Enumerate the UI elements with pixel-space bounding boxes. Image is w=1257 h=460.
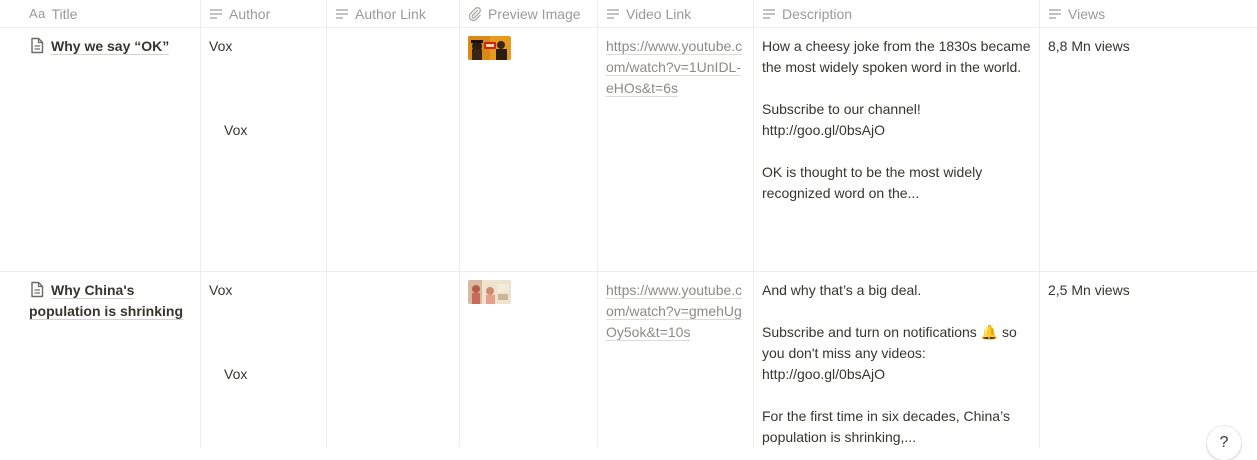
column-header-title[interactable]: Aa Title: [0, 0, 201, 27]
cell-description[interactable]: How a cheesy joke from the 1830s became …: [754, 28, 1040, 271]
cell-preview-image[interactable]: [460, 28, 598, 271]
video-url-link[interactable]: https://www.youtube.com/watch?v=1UnIDL-e…: [606, 38, 743, 97]
author-sub-text: Vox: [224, 122, 248, 138]
table-row[interactable]: Why we say “OK” Vox Vox https://www.yout…: [0, 28, 1257, 272]
cell-author-link[interactable]: [327, 28, 460, 271]
database-table: Aa Title Author Author Link Preview Imag…: [0, 0, 1257, 447]
video-url-link[interactable]: https://www.youtube.com/watch?v=gmehUgOy…: [606, 282, 743, 341]
document-icon: [31, 37, 44, 54]
table-row[interactable]: Why China's population is shrinking Vox …: [0, 272, 1257, 447]
cell-video-link[interactable]: https://www.youtube.com/watch?v=1UnIDL-e…: [598, 28, 754, 271]
help-button[interactable]: ?: [1207, 426, 1241, 460]
description-paragraph: For the first time in six decades, China…: [762, 408, 1010, 445]
document-icon: [31, 281, 44, 298]
column-header-video-link[interactable]: Video Link: [598, 0, 754, 27]
table-header: Aa Title Author Author Link Preview Imag…: [0, 0, 1257, 28]
cell-title[interactable]: Why China's population is shrinking: [0, 272, 201, 447]
cell-views[interactable]: 8,8 Mn views: [1040, 28, 1257, 271]
cell-author[interactable]: Vox Vox: [201, 272, 327, 447]
lines-icon: [763, 8, 775, 19]
author-text: Vox: [209, 38, 233, 54]
column-header-author-link[interactable]: Author Link: [327, 0, 460, 27]
cell-title[interactable]: Why we say “OK”: [0, 28, 201, 271]
cell-preview-image[interactable]: [460, 272, 598, 447]
lines-icon: [1049, 8, 1061, 19]
column-header-author[interactable]: Author: [201, 0, 327, 27]
lines-icon: [210, 8, 222, 19]
title-property-icon: Aa: [29, 6, 46, 21]
description-paragraph: And why that’s a big deal.: [762, 282, 922, 298]
author-sub-text: Vox: [224, 366, 248, 382]
author-text: Vox: [209, 282, 233, 298]
cell-views[interactable]: 2,5 Mn views: [1040, 272, 1257, 447]
views-text: 8,8 Mn views: [1048, 38, 1130, 54]
page-link[interactable]: Why we say “OK”: [29, 36, 192, 57]
preview-thumbnail[interactable]: [468, 280, 511, 304]
paperclip-icon: [468, 6, 481, 21]
cell-author-link[interactable]: [327, 272, 460, 447]
description-paragraph: OK is thought to be the most widely reco…: [762, 164, 983, 201]
lines-icon: [607, 8, 619, 19]
row-title: Why China's population is shrinking: [29, 282, 183, 320]
cell-description[interactable]: And why that’s a big deal. Subscribe and…: [754, 272, 1040, 447]
cell-video-link[interactable]: https://www.youtube.com/watch?v=gmehUgOy…: [598, 272, 754, 447]
views-text: 2,5 Mn views: [1048, 282, 1130, 298]
page-link[interactable]: Why China's population is shrinking: [29, 280, 192, 322]
description-paragraph: Subscribe and turn on notifications 🔔 so…: [762, 324, 1017, 382]
preview-thumbnail[interactable]: [468, 36, 511, 60]
column-header-description[interactable]: Description: [754, 0, 1040, 27]
column-header-preview-image[interactable]: Preview Image: [460, 0, 598, 27]
row-title: Why we say “OK”: [51, 38, 170, 55]
cell-author[interactable]: Vox Vox: [201, 28, 327, 271]
description-paragraph: Subscribe to our channel! http://goo.gl/…: [762, 101, 921, 138]
lines-icon: [336, 8, 348, 19]
column-header-views[interactable]: Views: [1040, 0, 1257, 27]
question-icon: ?: [1219, 434, 1229, 451]
description-paragraph: How a cheesy joke from the 1830s became …: [762, 38, 1031, 75]
